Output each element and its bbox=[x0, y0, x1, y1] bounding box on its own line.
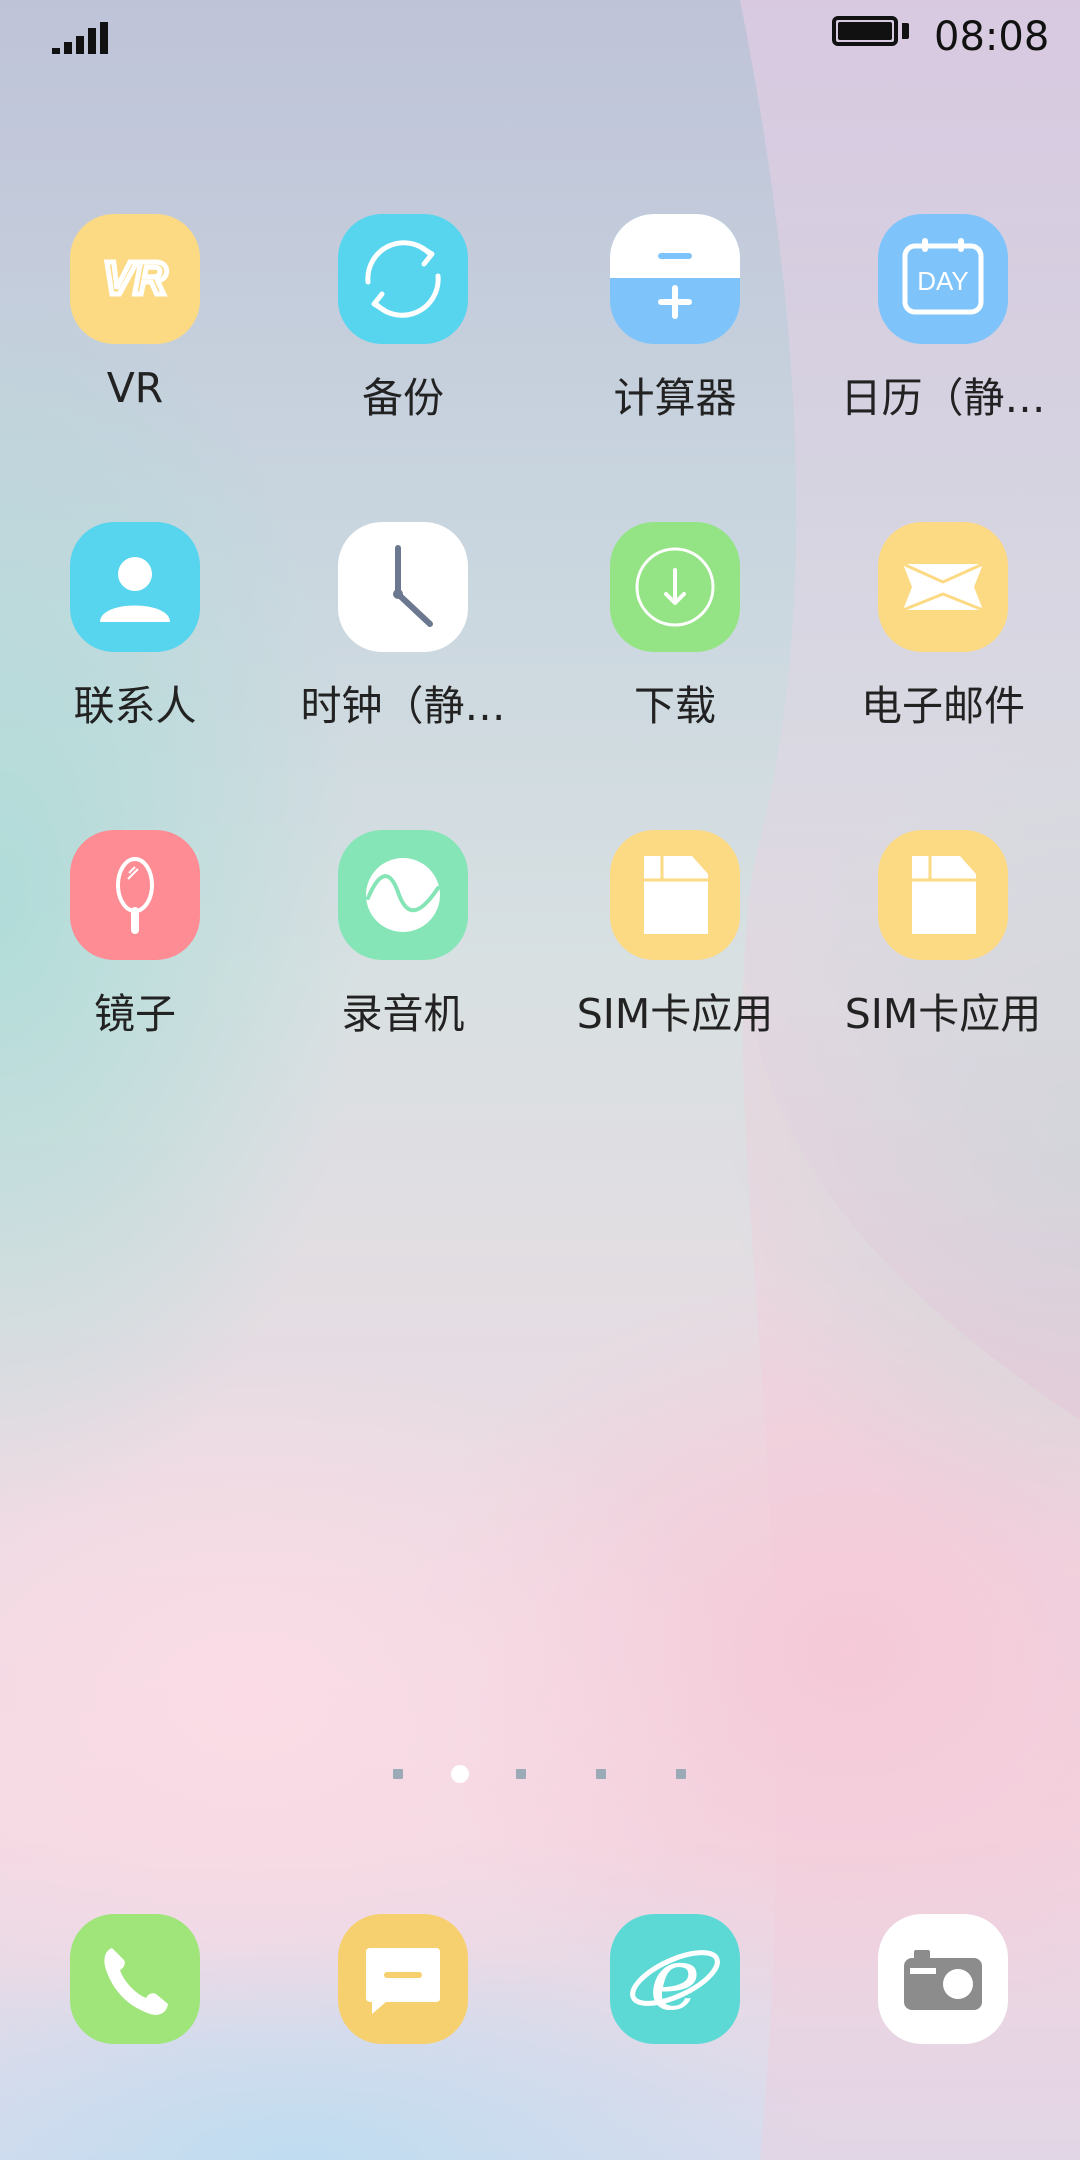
recorder-wave-icon bbox=[338, 830, 468, 960]
app-sim-toolkit-2[interactable]: SIM卡应用 bbox=[813, 830, 1073, 1060]
calendar-day-text: DAY bbox=[917, 266, 969, 296]
battery-full-icon bbox=[832, 16, 912, 52]
app-label: 日历（静… bbox=[840, 374, 1046, 422]
app-vr[interactable]: VR VR bbox=[5, 214, 265, 444]
browser-e-icon: e bbox=[630, 1930, 720, 2030]
contact-person-icon bbox=[70, 522, 200, 652]
vr-icon: VR bbox=[70, 214, 200, 344]
dock-camera[interactable] bbox=[878, 1914, 1008, 2044]
app-backup[interactable]: 备份 bbox=[273, 214, 533, 444]
page-dot-1[interactable] bbox=[393, 1769, 403, 1779]
app-email[interactable]: 电子邮件 bbox=[813, 522, 1073, 752]
app-label: 录音机 bbox=[341, 990, 465, 1038]
page-dot-3[interactable] bbox=[516, 1769, 526, 1779]
dock-phone[interactable] bbox=[70, 1914, 200, 2044]
dock-messages[interactable] bbox=[338, 1914, 468, 2044]
page-dot-5[interactable] bbox=[676, 1769, 686, 1779]
download-icon bbox=[610, 522, 740, 652]
app-label: 联系人 bbox=[73, 682, 197, 730]
app-label: VR bbox=[106, 364, 164, 412]
signal-strength-icon bbox=[52, 20, 110, 54]
app-label: SIM卡应用 bbox=[844, 990, 1042, 1038]
app-label: 电子邮件 bbox=[861, 682, 1025, 730]
app-calculator[interactable]: 计算器 bbox=[545, 214, 805, 444]
email-envelope-icon bbox=[878, 522, 1008, 652]
app-label: SIM卡应用 bbox=[576, 990, 774, 1038]
mirror-icon bbox=[70, 830, 200, 960]
status-time: 08:08 bbox=[934, 14, 1050, 60]
clock-icon bbox=[338, 522, 468, 652]
camera-icon bbox=[904, 1950, 982, 2010]
status-bar: 08:08 bbox=[0, 0, 1080, 76]
app-label: 镜子 bbox=[94, 990, 176, 1038]
app-label: 下载 bbox=[634, 682, 716, 730]
sim-card-icon bbox=[610, 830, 740, 960]
page-indicator bbox=[0, 1764, 1080, 1784]
message-bubble-icon bbox=[366, 1948, 440, 2014]
app-recorder[interactable]: 录音机 bbox=[273, 830, 533, 1060]
sim-card-icon bbox=[878, 830, 1008, 960]
app-clock[interactable]: 时钟（静… bbox=[273, 522, 533, 752]
app-label: 时钟（静… bbox=[300, 682, 506, 730]
app-label: 计算器 bbox=[613, 374, 737, 422]
phone-handset-icon bbox=[104, 1948, 168, 2015]
app-mirror[interactable]: 镜子 bbox=[5, 830, 265, 1060]
app-contacts[interactable]: 联系人 bbox=[5, 522, 265, 752]
svg-text:VR: VR bbox=[103, 252, 167, 304]
page-dot-4[interactable] bbox=[596, 1769, 606, 1779]
calculator-icon bbox=[610, 214, 740, 344]
app-calendar[interactable]: DAY 日历（静… bbox=[813, 214, 1073, 444]
app-download[interactable]: 下载 bbox=[545, 522, 805, 752]
svg-text:e: e bbox=[650, 1930, 701, 2030]
calendar-day-icon: DAY bbox=[878, 214, 1008, 344]
backup-sync-icon bbox=[338, 214, 468, 344]
page-dot-2-active[interactable] bbox=[451, 1765, 469, 1783]
app-sim-toolkit[interactable]: SIM卡应用 bbox=[545, 830, 805, 1060]
app-label: 备份 bbox=[362, 374, 444, 422]
dock-browser[interactable]: e bbox=[610, 1914, 740, 2044]
